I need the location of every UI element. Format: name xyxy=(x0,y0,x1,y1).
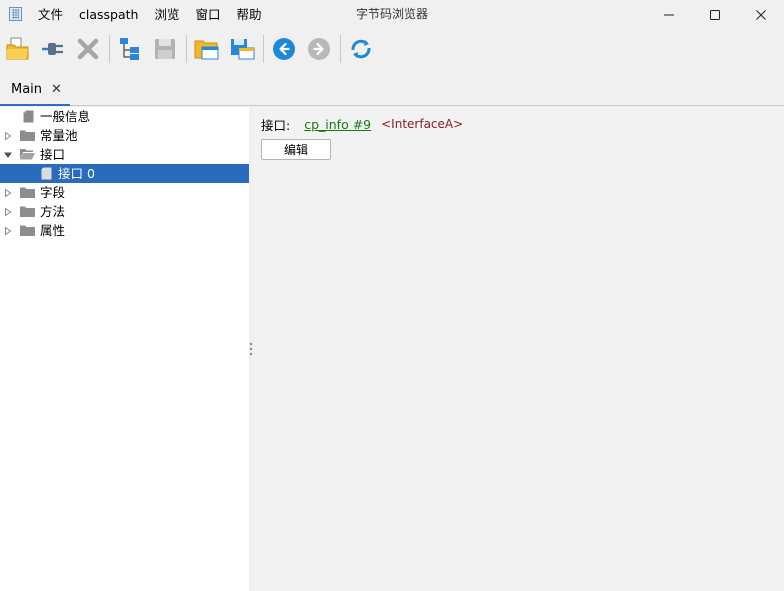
maximize-button[interactable] xyxy=(692,0,738,29)
expand-arrow-icon[interactable] xyxy=(4,227,12,235)
tree-node-constant-pool[interactable]: 常量池 xyxy=(0,126,249,145)
detail-panel: 接口: cp_info #9 <InterfaceA> 编辑 xyxy=(253,107,784,591)
toolbar xyxy=(0,29,784,69)
plug-icon xyxy=(42,43,63,55)
interface-detail-row: 接口: cp_info #9 <InterfaceA> xyxy=(261,115,463,133)
tree-node-label: 属性 xyxy=(40,223,66,238)
tree-node-general-info[interactable]: 一般信息 xyxy=(0,107,249,126)
tree-node-interfaces[interactable]: 接口 xyxy=(0,145,249,164)
tree-node-label: 接口 0 xyxy=(58,166,95,181)
save-window-icon xyxy=(231,39,255,60)
tree-node-label: 一般信息 xyxy=(40,109,91,124)
toolbar-separator xyxy=(186,35,187,63)
connect-button[interactable] xyxy=(39,35,67,63)
file-icon xyxy=(23,110,34,123)
tree-node-label: 字段 xyxy=(40,185,66,200)
refresh-icon xyxy=(351,39,371,59)
arrow-left-icon xyxy=(273,38,295,60)
cp-info-link[interactable]: cp_info #9 xyxy=(304,117,371,132)
refresh-button[interactable] xyxy=(347,35,375,63)
tree-node-interface-0[interactable]: 接口 0 xyxy=(0,164,249,183)
interface-name: <InterfaceA> xyxy=(381,117,464,131)
file-icon xyxy=(41,167,52,180)
expand-arrow-icon[interactable] xyxy=(4,189,12,197)
tree-node-label: 方法 xyxy=(40,204,66,219)
forward-button[interactable] xyxy=(305,35,333,63)
arrow-right-icon xyxy=(308,38,330,60)
expand-arrow-icon[interactable] xyxy=(4,132,12,140)
expand-arrow-icon[interactable] xyxy=(4,208,12,216)
tree-node-attributes[interactable]: 属性 xyxy=(0,221,249,240)
tree-view-button[interactable] xyxy=(116,35,144,63)
open-button[interactable] xyxy=(4,35,32,63)
save-button[interactable] xyxy=(151,35,179,63)
tab-main-label: Main xyxy=(11,82,43,97)
toolbar-separator xyxy=(109,35,110,63)
minimize-button[interactable] xyxy=(646,0,692,29)
class-structure-tree: 一般信息 常量池 接口 接口 0 字段 方法 属性 xyxy=(0,107,249,591)
toolbar-separator xyxy=(263,35,264,63)
interface-label: 接口: xyxy=(261,117,291,133)
folder-icon xyxy=(20,130,35,141)
open-folder-button[interactable] xyxy=(193,35,221,63)
tree-node-methods[interactable]: 方法 xyxy=(0,202,249,221)
app-icon xyxy=(9,7,22,21)
tab-close-icon[interactable]: ✕ xyxy=(51,82,62,97)
toolbar-separator xyxy=(340,35,341,63)
menu-bar: 文件 classpath 浏览 窗口 帮助 xyxy=(30,0,270,29)
menu-browse[interactable]: 浏览 xyxy=(146,0,187,29)
menu-help[interactable]: 帮助 xyxy=(229,0,270,29)
delete-x-icon xyxy=(77,38,99,60)
tree-node-fields[interactable]: 字段 xyxy=(0,183,249,202)
save-as-button[interactable] xyxy=(228,35,256,63)
edit-button[interactable]: 编辑 xyxy=(261,139,331,160)
tree-node-label: 接口 xyxy=(40,147,66,162)
tab-bar: Main ✕ xyxy=(0,69,784,106)
folder-window-icon xyxy=(194,40,219,60)
menu-file[interactable]: 文件 xyxy=(30,0,71,29)
open-folder-icon xyxy=(6,37,29,60)
title-bar: 文件 classpath 浏览 窗口 帮助 字节码浏览器 xyxy=(0,0,784,29)
maximize-icon xyxy=(710,9,720,20)
folder-icon xyxy=(20,187,35,198)
close-file-button[interactable] xyxy=(74,35,102,63)
folder-icon xyxy=(20,206,35,217)
collapse-arrow-icon[interactable] xyxy=(4,151,12,159)
minimize-icon xyxy=(664,14,674,15)
menu-window[interactable]: 窗口 xyxy=(187,0,228,29)
close-window-button[interactable] xyxy=(738,0,784,29)
folder-open-icon xyxy=(20,149,35,160)
tab-main[interactable]: Main ✕ xyxy=(0,75,70,106)
back-button[interactable] xyxy=(270,35,298,63)
close-icon xyxy=(756,9,766,20)
tree-structure-icon xyxy=(120,38,139,60)
tree-node-label: 常量池 xyxy=(40,128,78,143)
menu-classpath[interactable]: classpath xyxy=(71,0,146,29)
save-disk-icon xyxy=(155,39,175,59)
folder-icon xyxy=(20,225,35,236)
